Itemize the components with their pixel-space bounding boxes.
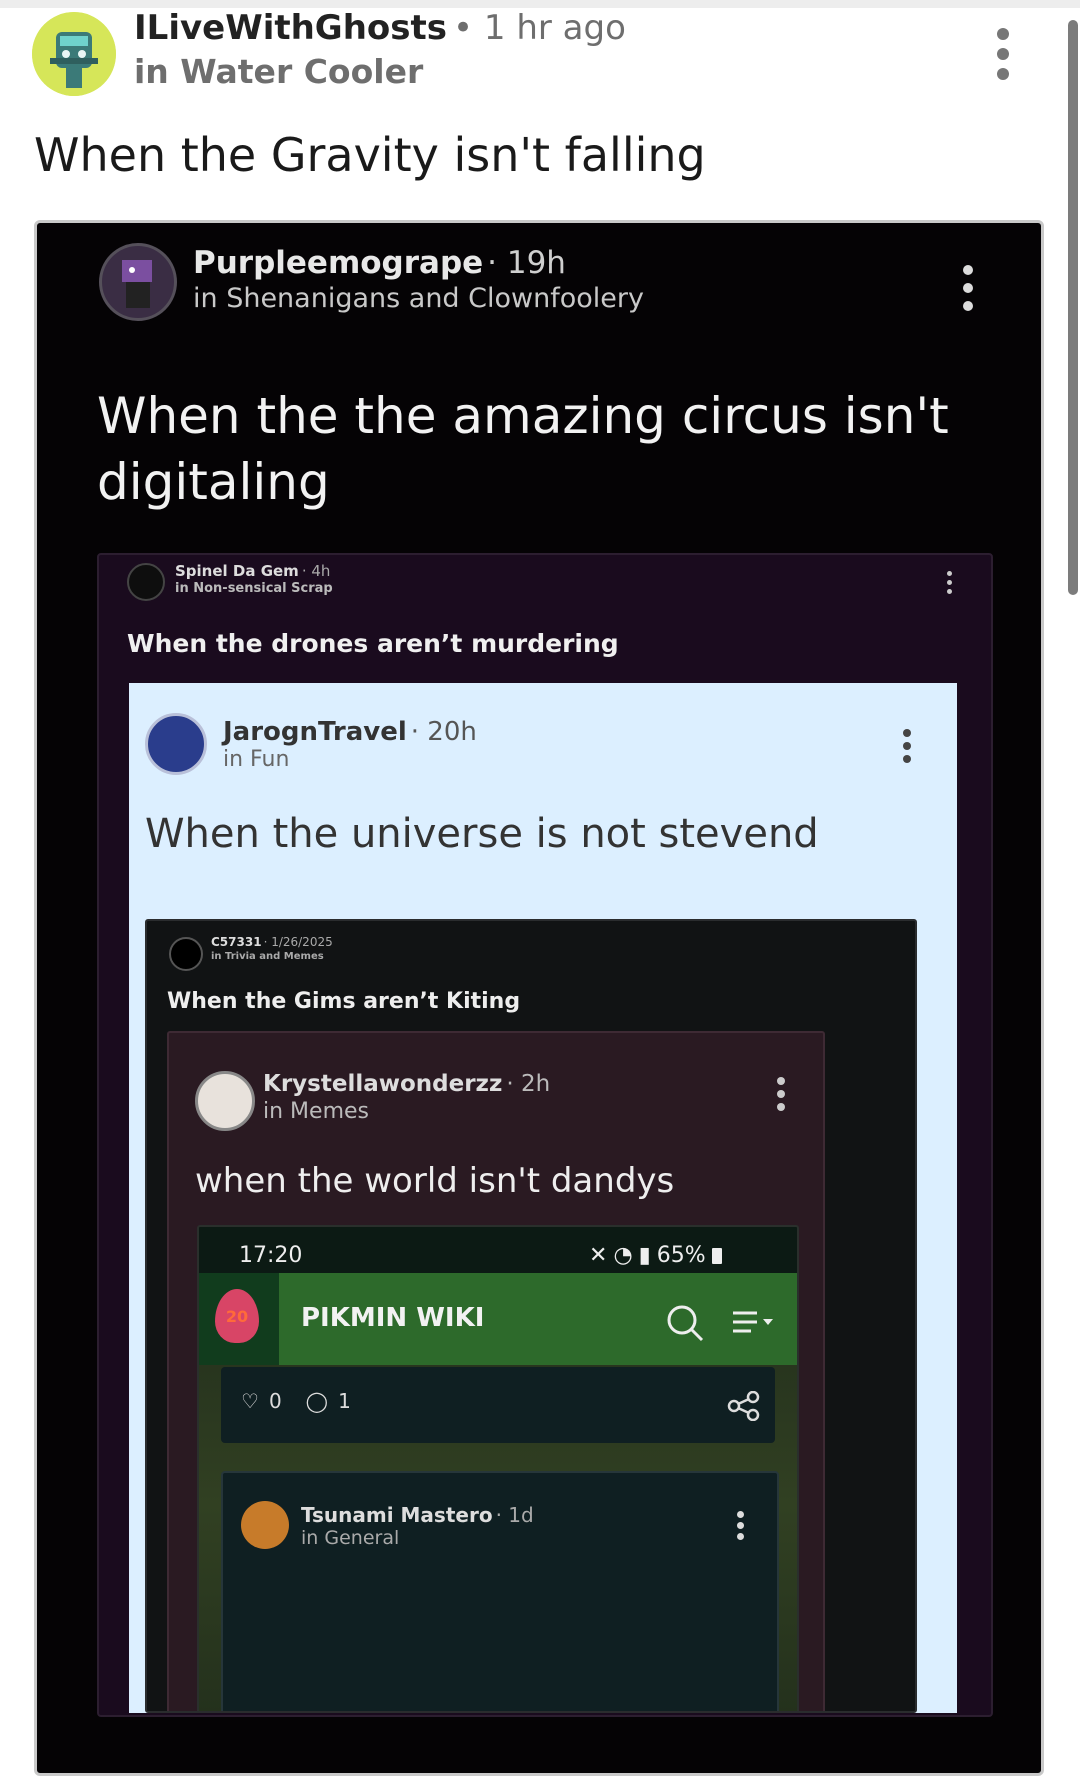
username: JarognTravel — [223, 717, 407, 747]
username: Krystellawonderzz — [263, 1071, 503, 1097]
battery-level: 65% — [656, 1243, 706, 1268]
username: Spinel Da Gem — [175, 562, 299, 580]
character-avatar-icon — [122, 260, 152, 308]
post-author: Spinel Da Gem · 4h — [175, 562, 330, 580]
community-link[interactable]: in Water Cooler — [134, 52, 423, 91]
avatar — [99, 243, 177, 321]
signal-icon: ▮ — [638, 1243, 651, 1268]
timestamp: • 1 hr ago — [453, 8, 626, 48]
more-options-icon — [903, 729, 911, 763]
community-label: in Fun — [223, 747, 290, 772]
comment-count: 1 — [338, 1389, 351, 1413]
more-options-icon — [947, 571, 952, 594]
embedded-post: C57331 · 1/26/2025 in Trivia and Memes Wh… — [145, 919, 917, 1713]
battery-icon — [711, 1247, 722, 1264]
reactions: ♡ 0 ◯ 1 — [241, 1389, 351, 1413]
post-title: When the drones aren’t murdering — [127, 629, 619, 658]
timestamp: · 19h — [487, 245, 566, 281]
post-title: when the world isn't dandys — [195, 1161, 675, 1201]
username: Tsunami Mastero — [301, 1503, 493, 1527]
avatar — [145, 713, 207, 775]
post-author: Krystellawonderzz · 2h — [263, 1071, 550, 1097]
menu-icon — [733, 1311, 773, 1333]
embedded-post: Spinel Da Gem · 4h in Non-sensical Scrap … — [97, 553, 993, 1717]
username[interactable]: ILiveWithGhosts — [134, 8, 447, 48]
status-icons: ✕ ◔ ▮ 65% — [589, 1243, 722, 1268]
post-author: C57331 · 1/26/2025 — [211, 935, 333, 949]
avatar — [169, 937, 203, 971]
post-author: Purpleemogrape · 19h — [193, 245, 566, 281]
timestamp: · 1d — [495, 1503, 534, 1527]
scrollbar[interactable] — [1068, 20, 1078, 595]
app-header — [199, 1273, 797, 1365]
share-icon — [727, 1391, 760, 1421]
post-title: When the universe is not stevend — [145, 811, 819, 857]
post-title: When the Gims aren’t Kiting — [167, 989, 521, 1014]
more-options-icon — [777, 1077, 785, 1111]
post-image[interactable]: Purpleemogrape · 19h in Shenanigans and C… — [34, 220, 1044, 1776]
community-label: in Shenanigans and Clownfoolery — [193, 283, 644, 314]
avatar — [241, 1501, 289, 1549]
timestamp: · 4h — [301, 562, 331, 580]
timestamp: · 20h — [410, 717, 477, 747]
avatar[interactable] — [32, 12, 116, 96]
more-options-icon — [963, 265, 973, 311]
username: Purpleemogrape — [193, 245, 484, 281]
timestamp: · 1/26/2025 — [263, 935, 333, 949]
username: C57331 — [211, 935, 262, 949]
streak-count: 20 — [225, 1307, 249, 1326]
like-count: 0 — [268, 1389, 282, 1413]
comment-icon: ◯ — [305, 1389, 329, 1413]
embedded-post: JarognTravel · 20h in Fun When the univer… — [129, 683, 957, 1713]
community-label: in Non-sensical Scrap — [175, 581, 333, 596]
ghost-avatar-icon — [32, 12, 116, 96]
search-icon — [667, 1305, 704, 1342]
post-title: When the Gravity isn't falling — [34, 128, 706, 182]
community-label: in General — [301, 1527, 400, 1549]
embedded-post: Krystellawonderzz · 2h in Memes when the … — [167, 1031, 825, 1711]
more-options-icon — [737, 1511, 744, 1540]
post-author[interactable]: ILiveWithGhosts • 1 hr ago — [134, 8, 626, 48]
community-label: in Trivia and Memes — [211, 951, 324, 962]
mute-icon: ✕ — [589, 1243, 608, 1268]
more-options-icon[interactable] — [997, 28, 1009, 80]
post-title: When the the amazing circus isn't digita… — [97, 387, 949, 511]
app-title: PIKMIN WIKI — [301, 1303, 485, 1333]
avatar — [127, 563, 165, 601]
comment-author: Tsunami Mastero · 1d — [301, 1503, 534, 1527]
avatar — [195, 1071, 255, 1131]
post-author: JarognTravel · 20h — [223, 717, 477, 747]
status-clock: 17:20 — [239, 1243, 303, 1268]
heart-icon: ♡ — [241, 1389, 259, 1413]
phone-screenshot: 17:20 ✕ ◔ ▮ 65% 20 PIKMIN WIKI ♡ 0 ◯ 1 T… — [197, 1225, 799, 1711]
timestamp: · 2h — [506, 1071, 551, 1097]
wifi-icon: ◔ — [613, 1243, 633, 1268]
top-divider — [0, 0, 1080, 8]
community-label: in Memes — [263, 1099, 369, 1124]
